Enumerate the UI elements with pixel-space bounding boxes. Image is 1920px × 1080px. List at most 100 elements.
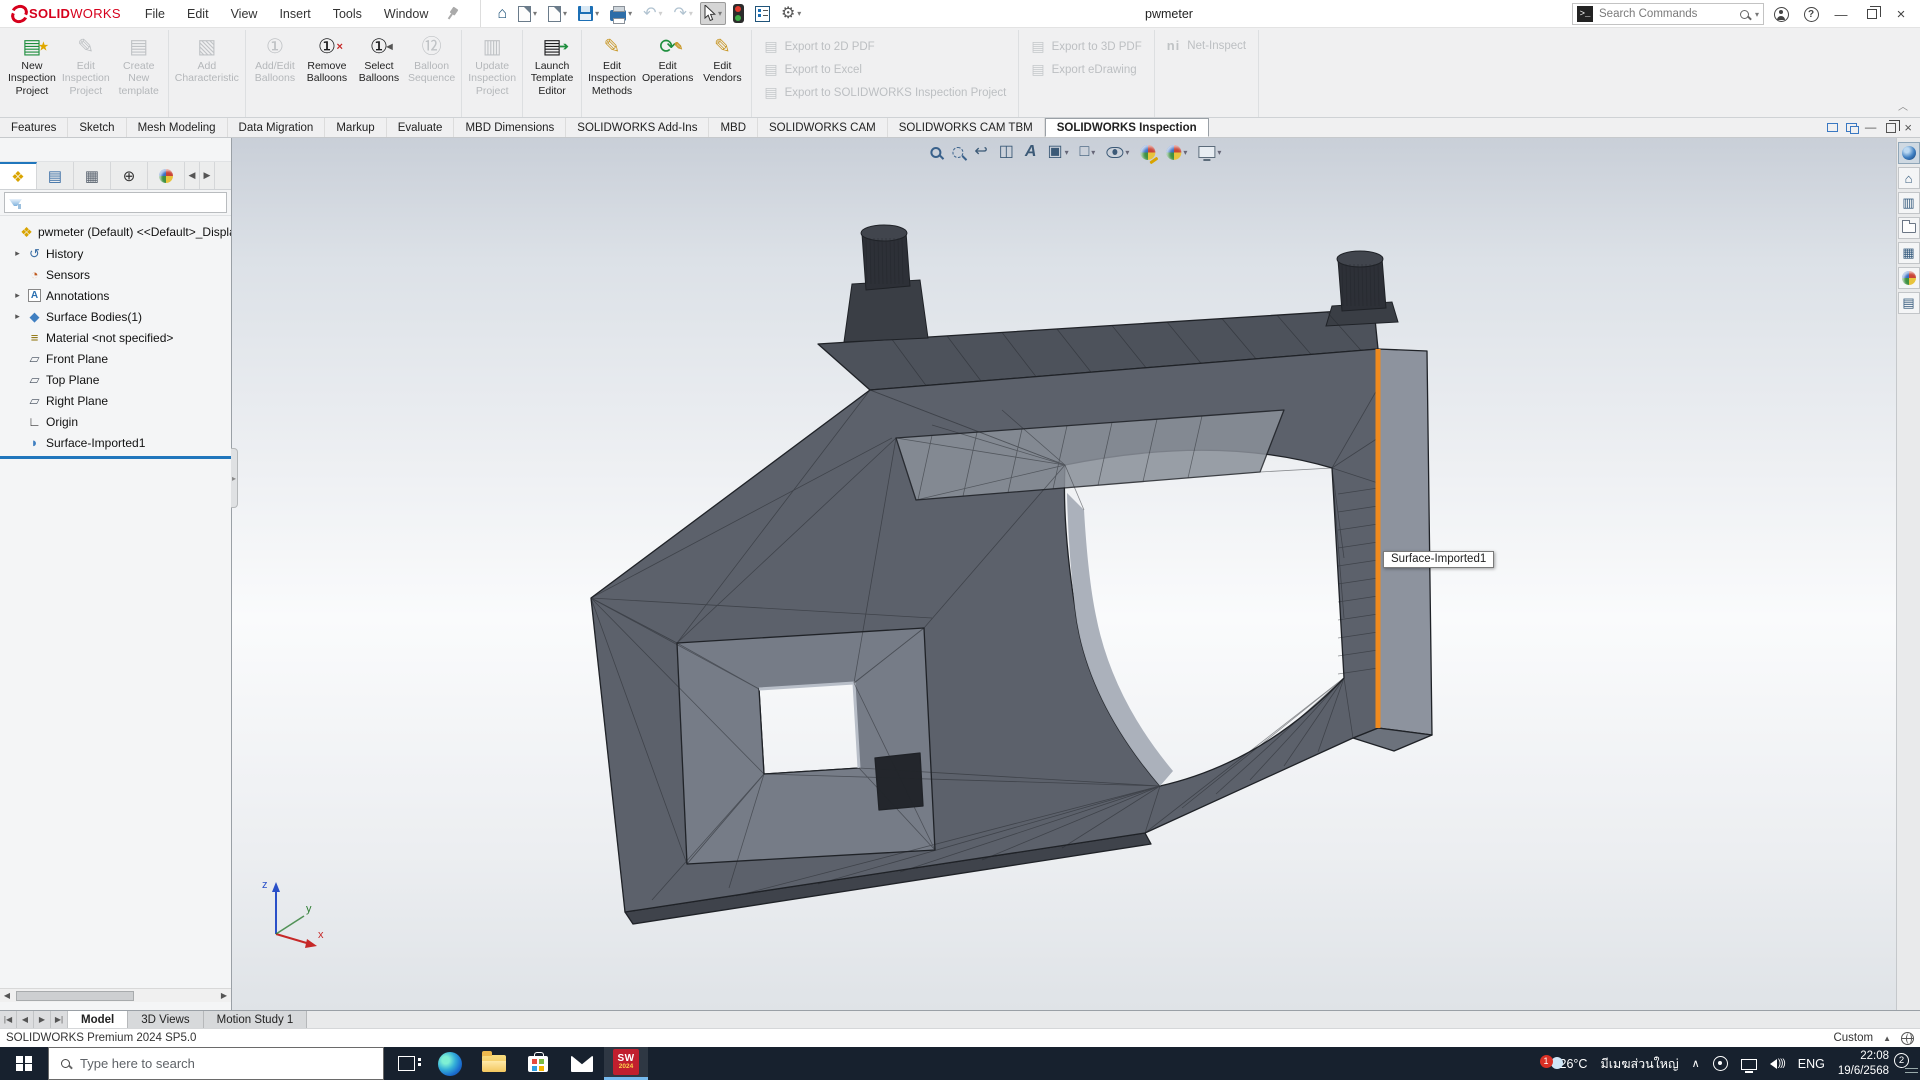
tree-item-right-plane[interactable]: ▱Right Plane [0,390,231,411]
remove-balloons-button[interactable]: ①×Remove Balloons [301,32,353,85]
tree-item-origin[interactable]: ∟Origin [0,411,231,432]
annotation-views-button[interactable]: A [1022,142,1040,162]
view-settings-button[interactable]: ▾ [1195,144,1224,160]
tab-mbd[interactable]: MBD [709,118,758,137]
fm-tab-property-manager[interactable]: ▤ [37,162,74,189]
bottom-tab-model[interactable]: Model [68,1011,128,1028]
home-button[interactable]: ⌂ [1898,167,1920,189]
scroll-left-icon[interactable]: ◀ [0,989,14,1002]
options-button[interactable]: ⚙▾ [777,3,805,25]
tab-evaluate[interactable]: Evaluate [387,118,455,137]
edit-operations-button[interactable]: ⟳✎Edit Operations [639,32,696,85]
language-indicator[interactable]: ENG [1798,1057,1825,1071]
tree-item-material-not-specified[interactable]: ≡Material <not specified> [0,327,231,348]
fm-tab-part[interactable]: ❖ [0,162,37,189]
tab-solidworks-add-ins[interactable]: SOLIDWORKS Add-Ins [566,118,709,137]
dropdown-icon[interactable]: ▾ [1125,148,1129,157]
tab-sketch[interactable]: Sketch [68,118,126,137]
panel-horizontal-scrollbar[interactable]: ◀ ▶ [0,988,231,1002]
tree-item-surface-imported1[interactable]: ◗Surface-Imported1 [0,432,231,453]
doc-minimize-button[interactable]: — [1865,122,1877,134]
expand-icon[interactable]: ▸ [12,248,23,259]
properties-button[interactable] [751,3,774,25]
cascade-window-icon[interactable] [1846,123,1857,132]
custom-view-label[interactable]: Custom [1833,1032,1873,1044]
design-library-button[interactable]: ▥ [1898,192,1920,214]
save-button[interactable]: ▾ [574,3,603,24]
menu-view[interactable]: View [221,2,268,26]
home-button[interactable]: ⌂ [493,3,511,25]
new-inspection-project-button[interactable]: ▤★New Inspection Project [5,32,59,97]
tree-item-root[interactable]: ❖pwmeter (Default) <<Default>_Display [0,220,231,243]
network-icon[interactable] [1741,1059,1757,1070]
file-explorer-button[interactable] [472,1047,516,1080]
previous-view-button[interactable]: ↩ [971,142,990,162]
bottom-tab-motion-study-1[interactable]: Motion Study 1 [204,1011,308,1028]
help-button[interactable]: ? [1798,2,1824,26]
last-tab-icon[interactable]: ▶| [51,1011,68,1028]
launch-template-editor-button[interactable]: ▤➔Launch Template Editor [526,32,578,97]
search-dropdown-icon[interactable]: ▾ [1755,10,1759,19]
dropdown-icon[interactable]: ▾ [1091,148,1095,157]
tab-mbd-dimensions[interactable]: MBD Dimensions [454,118,566,137]
menu-edit[interactable]: Edit [177,2,219,26]
account-button[interactable] [1768,2,1794,26]
tab-solidworks-inspection[interactable]: SOLIDWORKS Inspection [1045,118,1209,137]
dropdown-icon[interactable]: ▾ [1065,148,1069,157]
panel-splitter-handle[interactable]: ▸ [231,448,238,508]
model-knob-right[interactable] [1326,251,1398,326]
view-palette-button[interactable]: ▦ [1898,242,1920,264]
custom-properties-button[interactable]: ▤ [1898,292,1920,314]
weather-label[interactable]: มีเมฆส่วนใหญ่ [1600,1054,1678,1074]
temperature-label[interactable]: 26°C [1560,1057,1588,1071]
graphics-viewport[interactable]: ↩◫A▣▾□▾▾▾▾ [232,138,1896,1010]
split-window-icon[interactable] [1827,123,1838,132]
open-button[interactable]: ▾ [544,3,571,25]
prev-tab-icon[interactable]: ◀ [17,1011,34,1028]
ribbon-collapse-icon[interactable]: ︿ [1888,94,1918,117]
edit-vendors-button[interactable]: ✎Edit Vendors [696,32,748,85]
select-balloons-button[interactable]: ①◄Select Balloons [353,32,405,85]
3d-model[interactable] [232,138,1896,1010]
dropdown-icon[interactable]: ▾ [1217,148,1221,157]
status-up-icon[interactable]: ▲ [1883,1034,1891,1043]
menu-file[interactable]: File [135,2,175,26]
tab-mesh-modeling[interactable]: Mesh Modeling [127,118,228,137]
new-document-button[interactable]: ▾ [514,3,541,25]
tab-markup[interactable]: Markup [325,118,386,137]
doc-restore-button[interactable] [1886,123,1896,133]
fm-tabs-scroll-left-icon[interactable]: ◀ [185,162,200,189]
globe-icon[interactable] [1901,1032,1914,1045]
fm-tab-configuration-manager[interactable]: ▦ [74,162,111,189]
section-view-button[interactable]: ◫ [996,142,1017,162]
bottom-tab-3d-views[interactable]: 3D Views [128,1011,203,1028]
next-tab-icon[interactable]: ▶ [34,1011,51,1028]
edit-appearance-button[interactable] [1137,143,1158,162]
dropdown-icon[interactable]: ▾ [1183,148,1187,157]
select-tool-button[interactable]: ▾ [700,2,726,25]
appearances-button[interactable] [1898,267,1920,289]
volume-icon[interactable]: ))) [1770,1058,1785,1069]
view-orientation-button[interactable]: ▣▾ [1044,142,1071,162]
fm-tab-dimxpert-manager[interactable]: ⊕ [111,162,148,189]
menu-insert[interactable]: Insert [269,2,320,26]
expand-icon[interactable]: ▸ [12,290,23,301]
solidworks-resources-button[interactable] [1898,142,1920,164]
tree-filter-input[interactable] [4,192,227,213]
task-view-button[interactable] [384,1047,428,1080]
display-style-button[interactable]: □▾ [1077,142,1099,162]
hide-show-items-button[interactable]: ▾ [1103,145,1132,160]
model-slot[interactable] [875,753,923,810]
model-right-panel[interactable] [1378,349,1432,735]
close-button[interactable]: × [1888,2,1914,26]
cast-icon[interactable] [1713,1056,1728,1071]
search-commands-box[interactable]: >_ Search Commands ▾ [1572,3,1764,25]
tab-data-migration[interactable]: Data Migration [228,118,326,137]
mail-button[interactable] [560,1047,604,1080]
tray-expand-icon[interactable]: ∧ [1692,1057,1700,1070]
interference-check-button[interactable] [729,1,748,26]
expand-icon[interactable]: ▸ [12,311,23,322]
first-tab-icon[interactable]: |◀ [0,1011,17,1028]
tree-item-front-plane[interactable]: ▱Front Plane [0,348,231,369]
minimize-button[interactable]: — [1828,2,1854,26]
